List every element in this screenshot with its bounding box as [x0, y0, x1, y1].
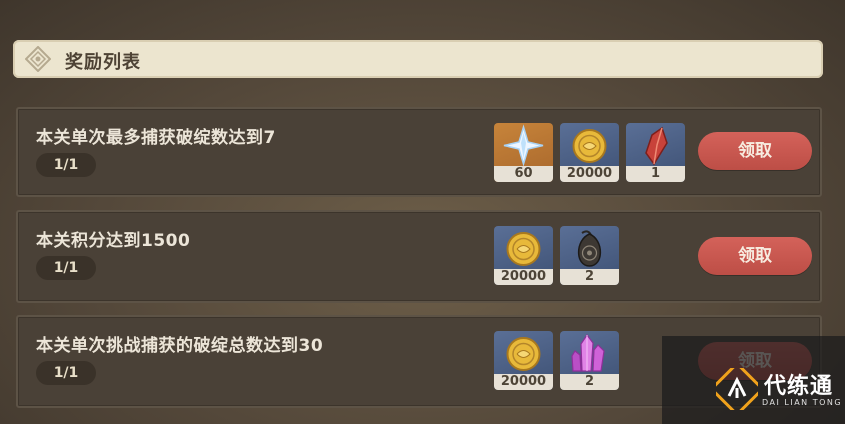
diamond-ornament-icon — [25, 46, 51, 72]
page-title: 奖励列表 — [65, 52, 141, 73]
reward-quantity: 20000 — [494, 374, 553, 390]
reward-quantity: 20000 — [494, 269, 553, 285]
reward-quantity: 60 — [494, 166, 553, 182]
reward-item-mora[interactable]: 20000 — [560, 123, 619, 182]
mora-coin-icon — [572, 129, 607, 163]
mora-coin-icon — [506, 337, 541, 371]
dlt-logo-icon — [716, 368, 758, 410]
reward-quantity: 1 — [626, 166, 685, 182]
dark-pendant-icon — [577, 230, 602, 267]
mora-coin-icon — [506, 232, 541, 266]
progress-badge: 1/1 — [36, 256, 96, 280]
reward-list-header: 奖励列表 — [13, 40, 823, 78]
reward-row: 本关单次最多捕获破绽数达到7 1/1 60 20000 1 领取 — [16, 107, 822, 197]
progress-badge: 1/1 — [36, 361, 96, 385]
watermark-title: 代练通 — [764, 374, 834, 399]
reward-item-primogem[interactable]: 60 — [494, 123, 553, 182]
reward-item-shard[interactable]: 1 — [626, 123, 685, 182]
row-description: 本关积分达到1500 — [36, 231, 191, 251]
reward-quantity: 2 — [560, 374, 619, 390]
reward-quantity: 20000 — [560, 166, 619, 182]
watermark-subtitle: DAI LIAN TONG — [762, 398, 843, 407]
pink-crystal-cluster-icon — [571, 333, 605, 372]
reward-item-mora[interactable]: 20000 — [494, 331, 553, 390]
claim-button[interactable]: 领取 — [698, 237, 812, 275]
reward-item-pendant[interactable]: 2 — [560, 226, 619, 285]
reward-quantity: 2 — [560, 269, 619, 285]
reward-row: 本关积分达到1500 1/1 20000 2 领取 — [16, 210, 822, 303]
red-crystal-shard-icon — [645, 126, 668, 166]
primogem-icon — [503, 124, 544, 167]
claim-button[interactable]: 领取 — [698, 132, 812, 170]
reward-item-crystal[interactable]: 2 — [560, 331, 619, 390]
progress-badge: 1/1 — [36, 153, 96, 177]
reward-item-mora[interactable]: 20000 — [494, 226, 553, 285]
row-description: 本关单次最多捕获破绽数达到7 — [36, 128, 276, 148]
row-description: 本关单次挑战捕获的破绽总数达到30 — [36, 336, 324, 356]
